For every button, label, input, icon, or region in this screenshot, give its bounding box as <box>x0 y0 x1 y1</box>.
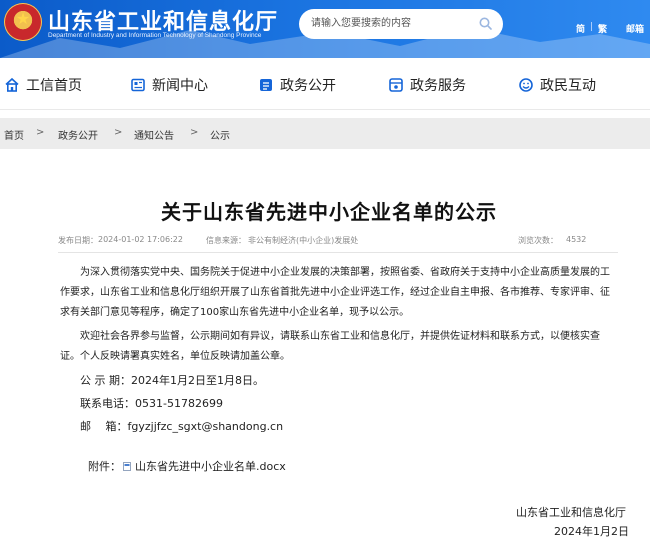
lang-simplified-link[interactable]: 简 <box>576 22 585 35</box>
contact-email-value: fgyzjjfzc_sgxt@shandong.cn <box>127 420 284 433</box>
search-input[interactable] <box>299 9 503 39</box>
attachment-link[interactable]: 山东省先进中小企业名单.docx <box>135 458 286 474</box>
lang-separator: | <box>590 22 594 32</box>
attachment-label: 附件： <box>88 460 121 473</box>
news-icon <box>131 78 145 92</box>
breadcrumb: 首页 > 政务公开 > 通知公告 > 公示 <box>0 118 650 149</box>
nav-item-news[interactable]: 新闻中心 <box>130 74 208 96</box>
views-count: 4532 <box>566 235 587 244</box>
breadcrumb-notice[interactable]: 通知公告 <box>134 127 174 142</box>
publish-date-label: 发布日期： <box>58 236 98 245</box>
publicity-period-value: 2024年1月2日至1月8日。 <box>131 374 264 387</box>
source: 非公有制经济(中小企业)发展处 <box>248 236 359 245</box>
breadcrumb-separator: > <box>114 127 123 138</box>
home-icon <box>5 77 19 92</box>
interaction-icon <box>519 78 533 92</box>
nav-label-open-government: 政务公开 <box>280 78 336 94</box>
breadcrumb-separator: > <box>190 127 199 138</box>
nav-item-open-government[interactable]: 政务公开 <box>258 74 336 96</box>
national-emblem-icon <box>4 3 42 41</box>
publicity-period: 公 示 期：2024年1月2日至1月8日。 <box>80 372 264 388</box>
breadcrumb-publicity[interactable]: 公示 <box>210 127 230 142</box>
breadcrumb-home[interactable]: 首页 <box>4 127 24 142</box>
site-subtitle: Department of Industry and Information T… <box>48 32 262 39</box>
source-label: 信息来源： <box>206 236 246 245</box>
contact-phone: 联系电话：0531-51782699 <box>80 395 223 411</box>
publish-date: 2024-01-02 17:06:22 <box>98 235 183 244</box>
nav-label-interaction: 政民互动 <box>540 78 596 94</box>
article: 关于山东省先进中小企业名单的公示 发布日期： 2024-01-02 17:06:… <box>8 160 650 538</box>
signature-org: 山东省工业和信息化厅 <box>516 506 626 519</box>
article-title: 关于山东省先进中小企业名单的公示 <box>161 200 497 224</box>
breadcrumb-separator: > <box>36 127 45 138</box>
attachment: 附件： 山东省先进中小企业名单.docx <box>88 458 286 474</box>
file-icon <box>123 461 131 471</box>
open-government-icon <box>260 79 272 91</box>
meta-divider <box>58 252 618 253</box>
signature-date: 2024年1月2日 <box>554 525 629 538</box>
contact-email: 邮 箱：fgyzjjfzc_sgxt@shandong.cn <box>80 418 283 434</box>
search-icon[interactable] <box>479 17 492 30</box>
mail-link[interactable]: 邮箱 <box>626 22 644 35</box>
nav-item-home[interactable]: 工信首页 <box>4 74 82 96</box>
main-nav: 工信首页 新闻中心 政务公开 政务服务 政民互动 <box>0 58 650 110</box>
breadcrumb-open-government[interactable]: 政务公开 <box>58 127 98 142</box>
service-icon <box>389 78 403 92</box>
nav-item-service[interactable]: 政务服务 <box>388 74 466 96</box>
paragraph-intro: 为深入贯彻落实党中央、国务院关于促进中小企业发展的决策部署，按照省委、省政府关于… <box>60 267 610 318</box>
paragraph-supervision: 欢迎社会各界参与监督，公示期间如有异议，请联系山东省工业和信息化厅，并提供佐证材… <box>60 331 600 362</box>
nav-label-service: 政务服务 <box>410 78 466 94</box>
contact-phone-value: 0531-51782699 <box>135 397 223 410</box>
contact-phone-label: 联系电话： <box>80 397 135 410</box>
site-header: 山东省工业和信息化厅 Department of Industry and In… <box>0 0 650 58</box>
nav-label-news: 新闻中心 <box>152 78 208 94</box>
nav-label-home: 工信首页 <box>26 78 82 94</box>
lang-traditional-link[interactable]: 繁 <box>598 22 607 35</box>
nav-item-interaction[interactable]: 政民互动 <box>518 74 596 96</box>
contact-email-label: 邮 箱： <box>80 420 128 433</box>
views-label: 浏览次数： <box>518 236 558 245</box>
publicity-period-label: 公 示 期： <box>80 374 131 387</box>
article-meta: 发布日期： 2024-01-02 17:06:22 信息来源： 非公有制经济(中… <box>58 235 618 249</box>
